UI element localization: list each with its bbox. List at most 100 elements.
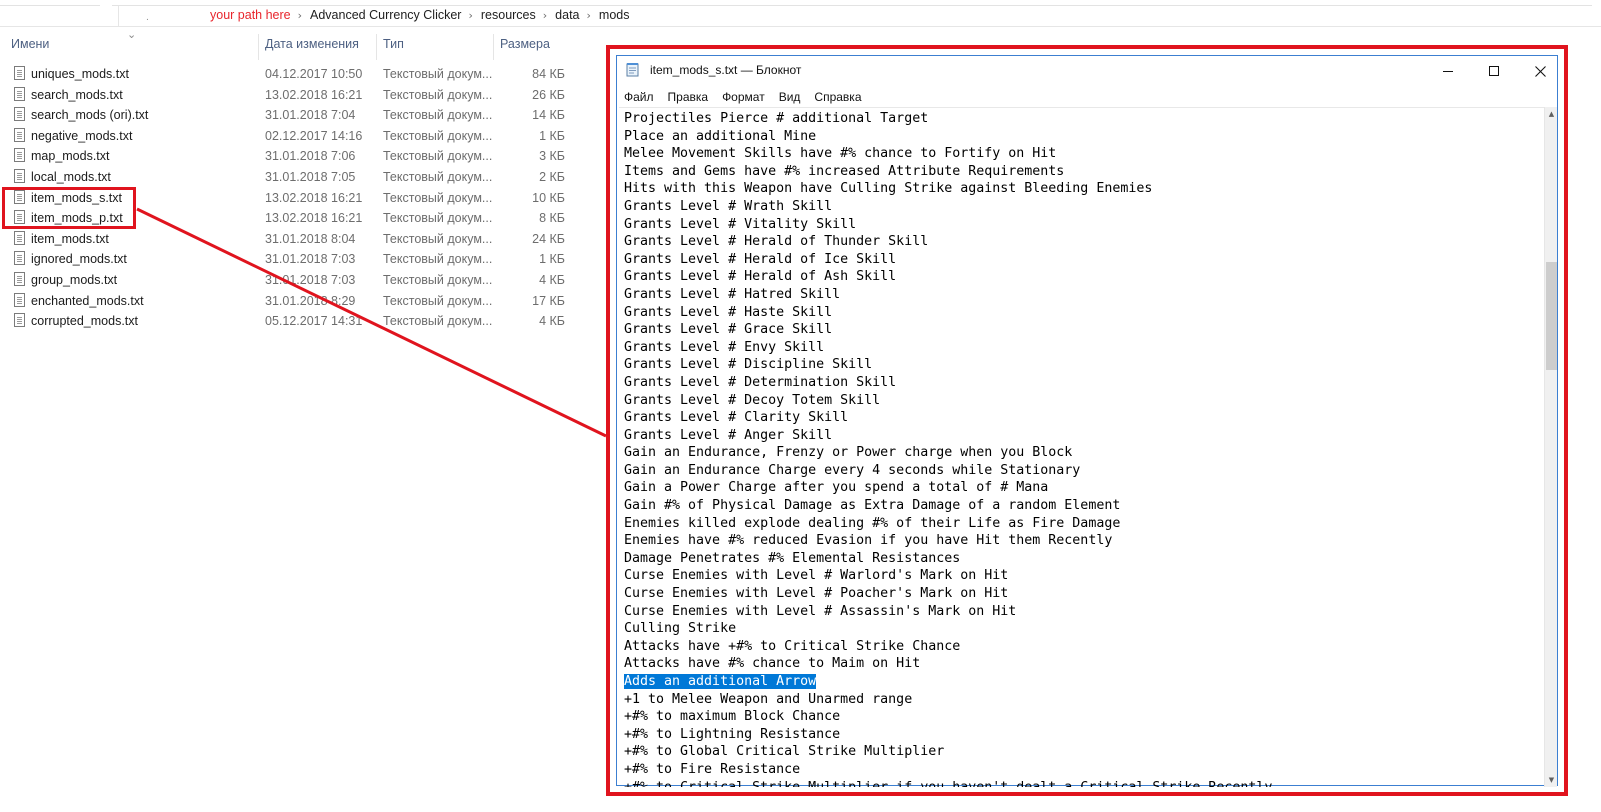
text-line[interactable]: Enemies have #% reduced Evasion if you h… [624,532,1272,550]
scrollbar-thumb[interactable] [1546,262,1557,370]
maximize-button[interactable] [1471,56,1517,86]
file-row[interactable]: local_mods.txt 31.01.2018 7:05 Текстовый д… [0,167,585,187]
file-row[interactable]: group_mods.txt 31.01.2018 7:03 Текстовый д… [0,270,585,290]
text-line[interactable]: Curse Enemies with Level # Warlord's Mar… [624,567,1272,585]
text-line[interactable]: Gain a Power Charge after you spend a to… [624,479,1272,497]
text-line[interactable]: +#% to Lightning Resistance [624,726,1272,744]
vertical-scrollbar[interactable]: ▲ ▼ [1544,107,1557,787]
file-row[interactable]: enchanted_mods.txt 31.01.2018 8:29 Текстов… [0,291,585,311]
file-date: 31.01.2018 7:03 [265,273,356,287]
text-line[interactable]: Culling Strike [624,620,1272,638]
breadcrumb-item[interactable]: your path here [210,8,291,22]
breadcrumb-item[interactable]: data [555,8,579,22]
file-row[interactable]: search_mods.txt 13.02.2018 16:21 Текстовый… [0,85,585,105]
text-line[interactable]: Grants Level # Envy Skill [624,339,1272,357]
text-line[interactable]: Curse Enemies with Level # Poacher's Mar… [624,585,1272,603]
text-line[interactable]: Grants Level # Discipline Skill [624,356,1272,374]
file-type: Текстовый докум... [383,190,493,205]
chevron-down-icon[interactable]: ⌄ [127,28,136,41]
scroll-down-icon[interactable]: ▼ [1545,773,1558,787]
text-line-content: Grants Level # Haste Skill [624,304,833,320]
breadcrumb-item[interactable]: Advanced Currency Clicker [310,8,461,22]
text-line[interactable]: Grants Level # Herald of Ice Skill [624,251,1272,269]
text-line[interactable]: Grants Level # Clarity Skill [624,409,1272,427]
column-header-date[interactable]: Дата изменения [265,37,359,56]
menu-item[interactable]: Справка [814,90,861,104]
text-line-content: Grants Level # Wrath Skill [624,198,833,214]
text-line[interactable]: Melee Movement Skills have #% chance to … [624,145,1272,163]
file-size: 10 КБ [532,190,565,205]
file-row[interactable]: map_mods.txt 31.01.2018 7:06 Текстовый док… [0,146,585,166]
breadcrumb-separator-icon[interactable]: › [291,9,310,22]
column-divider[interactable] [376,34,377,60]
callout-highlight-frame: item_mods_s.txt — Блокнот Файл Правка Форм… [606,45,1568,796]
file-name: group_mods.txt [31,273,118,287]
text-line[interactable]: Grants Level # Herald of Thunder Skill [624,233,1272,251]
text-file-icon [14,169,25,183]
text-line[interactable]: Damage Penetrates #% Elemental Resistanc… [624,550,1272,568]
breadcrumb-item[interactable]: mods [599,8,630,22]
text-line[interactable]: Grants Level # Wrath Skill [624,198,1272,216]
file-name: local_mods.txt [31,170,111,184]
breadcrumb-item[interactable]: resources [481,8,536,22]
file-row[interactable]: negative_mods.txt 02.12.2017 14:16 Текстов… [0,126,585,146]
close-button[interactable] [1517,56,1563,86]
notepad-window[interactable]: item_mods_s.txt — Блокнот Файл Правка Форм… [616,55,1558,787]
text-line[interactable]: +#% to maximum Block Chance [624,708,1272,726]
file-row[interactable]: uniques_mods.txt 04.12.2017 10:50 Текстовы… [0,64,585,84]
text-line[interactable]: +#% to Fire Resistance [624,761,1272,779]
text-line[interactable]: Enemies killed explode dealing #% of the… [624,515,1272,533]
column-divider[interactable] [493,34,494,60]
text-line-content: +#% to Fire Resistance [624,761,801,777]
file-name: negative_mods.txt [31,128,133,143]
column-divider[interactable] [258,34,259,60]
file-row[interactable]: ignored_mods.txt 31.01.2018 7:03 Текстовый… [0,249,585,269]
text-line[interactable]: Gain an Endurance Charge every 4 seconds… [624,462,1272,480]
text-line[interactable]: Attacks have +#% to Critical Strike Chan… [624,638,1272,656]
file-type: Текстовый докум... [383,149,493,164]
text-line[interactable]: Grants Level # Hatred Skill [624,286,1272,304]
close-icon [1534,65,1546,77]
text-line[interactable]: Curse Enemies with Level # Assassin's Ma… [624,603,1272,621]
text-line[interactable]: +#% to Critical Strike Multiplier if you… [624,779,1272,787]
title-bar[interactable]: item_mods_s.txt — Блокнот [617,56,1557,86]
column-header-name[interactable]: Имени [11,37,49,56]
menu-item[interactable]: Формат [722,90,765,104]
text-line[interactable]: Gain #% of Physical Damage as Extra Dama… [624,497,1272,515]
file-row[interactable]: item_mods.txt 31.01.2018 8:04 Текстовый до… [0,229,585,249]
breadcrumb-separator-icon[interactable]: › [536,9,555,22]
file-type: Текстовый докум... [383,252,493,267]
column-header-type[interactable]: Тип [383,37,404,56]
text-editor[interactable]: Projectiles Pierce # additional Target Pl… [619,107,1544,787]
text-line-content: Grants Level # Hatred Skill [624,286,841,302]
text-line[interactable]: Items and Gems have #% increased Attribu… [624,163,1272,181]
text-line[interactable]: Attacks have #% chance to Maim on Hit [624,655,1272,673]
menu-item[interactable]: Вид [779,90,801,104]
text-line[interactable]: +1 to Melee Weapon and Unarmed range [624,691,1272,709]
text-line[interactable]: Grants Level # Decoy Totem Skill [624,392,1272,410]
minimize-button[interactable] [1425,56,1471,86]
text-line[interactable]: Grants Level # Determination Skill [624,374,1272,392]
text-line[interactable]: Grants Level # Haste Skill [624,304,1272,322]
text-line-content: Gain an Endurance Charge every 4 seconds… [624,462,1081,478]
text-line[interactable]: Grants Level # Vitality Skill [624,216,1272,234]
text-line[interactable]: Projectiles Pierce # additional Target [624,110,1272,128]
menu-item[interactable]: Правка [668,90,709,104]
text-line[interactable]: Place an additional Mine [624,128,1272,146]
scroll-up-icon[interactable]: ▲ [1545,107,1558,121]
menu-item[interactable]: Файл [624,90,654,104]
column-header-size[interactable]: Размера [500,37,550,56]
breadcrumb-separator-icon[interactable]: › [461,9,480,22]
text-file-icon [14,86,25,101]
file-row[interactable]: search_mods (ori).txt 31.01.2018 7:04 Текс… [0,105,585,125]
breadcrumb-separator-icon[interactable]: › [580,9,599,22]
text-line[interactable]: Hits with this Weapon have Culling Strik… [624,180,1272,198]
text-line[interactable]: Grants Level # Herald of Ash Skill [624,268,1272,286]
file-row[interactable]: corrupted_mods.txt 05.12.2017 14:31 Тексто… [0,311,585,331]
text-line[interactable]: Grants Level # Grace Skill [624,321,1272,339]
text-line[interactable]: +#% to Global Critical Strike Multiplier [624,743,1272,761]
text-line[interactable]: Gain an Endurance, Frenzy or Power charg… [624,444,1272,462]
address-bar[interactable]: . your path here › Advanced Currency Click… [0,6,1601,27]
text-line[interactable]: Grants Level # Anger Skill [624,427,1272,445]
selected-text-line[interactable]: Adds an additional Arrow [624,673,1272,691]
